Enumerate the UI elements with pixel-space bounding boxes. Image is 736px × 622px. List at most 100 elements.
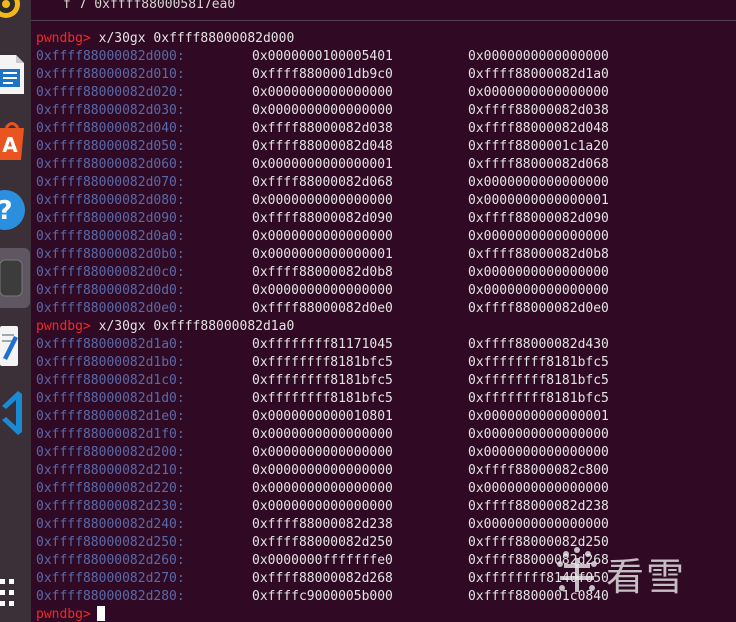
memory-value: 0xffff88000082d090 xyxy=(252,211,393,226)
memory-address: 0xffff88000082d040: xyxy=(36,121,185,136)
pwndbg-prompt: pwndbg> xyxy=(36,607,91,622)
memory-value: 0x0000000000000001 xyxy=(468,409,609,424)
memory-value: 0x0000000000000001 xyxy=(252,247,393,262)
memory-row: 0xffff88000082d200: 0x0000000000000000 0x0… xyxy=(36,444,609,462)
memory-value: 0xffff88000082d038 xyxy=(252,121,393,136)
memory-value: 0xffff88000082d430 xyxy=(468,337,609,352)
memory-value: 0xffffc9000005b000 xyxy=(252,589,393,604)
memory-row: 0xffff88000082d1f0: 0x0000000000000000 0x0… xyxy=(36,426,609,444)
memory-value: 0xffff88000082d268 xyxy=(252,571,393,586)
memory-row: 0xffff88000082d090: 0xffff88000082d090 0xf… xyxy=(36,210,609,228)
memory-value: 0x0000000000000000 xyxy=(468,283,609,298)
memory-value: 0xffffffff8181bfc5 xyxy=(252,355,393,370)
memory-row: 0xffff88000082d020: 0x0000000000000000 0x0… xyxy=(36,84,609,102)
watermark-text: 看雪 xyxy=(606,555,687,599)
terminal-window[interactable]: f 7 0xffff880005817ea0 pwndbg> x/30gx 0x… xyxy=(31,0,736,622)
prompt-line: pwndbg> x/30gx 0xffff88000082d1a0 xyxy=(36,318,294,336)
memory-address: 0xffff88000082d1a0: xyxy=(36,337,185,352)
vscode-icon[interactable] xyxy=(0,388,28,438)
memory-value: 0x0000000000000000 xyxy=(468,229,609,244)
memory-address: 0xffff88000082d220: xyxy=(36,481,185,496)
memory-value: 0x0000000000000000 xyxy=(252,427,393,442)
libreoffice-writer-icon[interactable] xyxy=(0,52,28,98)
ubuntu-software-icon[interactable]: A xyxy=(0,118,28,164)
memory-value: 0x0000000000000000 xyxy=(252,499,393,514)
memory-address: 0xffff88000082d010: xyxy=(36,67,185,82)
memory-value: 0x0000000000000000 xyxy=(252,463,393,478)
memory-row: 0xffff88000082d050: 0xffff88000082d048 0xf… xyxy=(36,138,609,156)
memory-address: 0xffff88000082d1f0: xyxy=(36,427,185,442)
memory-value: 0xffff88000082d238 xyxy=(468,499,609,514)
show-applications-icon[interactable] xyxy=(0,575,28,611)
memory-address: 0xffff88000082d240: xyxy=(36,517,185,532)
help-icon[interactable]: ? xyxy=(0,186,28,234)
memory-value: 0x0000000000000000 xyxy=(468,481,609,496)
memory-value: 0x0000000000000000 xyxy=(252,283,393,298)
memory-value: 0x0000000000000000 xyxy=(468,517,609,532)
memory-value: 0xffff88000082c800 xyxy=(468,463,609,478)
memory-value: 0xffffffff8181bfc5 xyxy=(468,391,609,406)
svg-text:?: ? xyxy=(0,196,13,226)
memory-address: 0xffff88000082d080: xyxy=(36,193,185,208)
memory-value: 0xffff88000082d0e0 xyxy=(252,301,393,316)
memory-address: 0xffff88000082d070: xyxy=(36,175,185,190)
memory-row: 0xffff88000082d080: 0x0000000000000000 0x0… xyxy=(36,192,609,210)
memory-address: 0xffff88000082d030: xyxy=(36,103,185,118)
memory-value: 0xffff88000082d038 xyxy=(468,103,609,118)
memory-value: 0x0000000000000000 xyxy=(468,265,609,280)
memory-address: 0xffff88000082d020: xyxy=(36,85,185,100)
memory-address: 0xffff88000082d210: xyxy=(36,463,185,478)
memory-row: 0xffff88000082d030: 0x0000000000000000 0xf… xyxy=(36,102,609,120)
memory-value: 0x0000000000000001 xyxy=(468,193,609,208)
memory-address: 0xffff88000082d090: xyxy=(36,211,185,226)
memory-address: 0xffff88000082d1b0: xyxy=(36,355,185,370)
terminal-icon[interactable] xyxy=(0,258,28,298)
memory-value: 0x0000000000000000 xyxy=(252,193,393,208)
memory-value: 0xffff8800001db9c0 xyxy=(252,67,393,82)
memory-value: 0xffff88000082d250 xyxy=(252,535,393,550)
memory-address: 0xffff88000082d0a0: xyxy=(36,229,185,244)
memory-value: 0xffff88000082d0b8 xyxy=(252,265,393,280)
memory-value: 0xffff88000082d068 xyxy=(468,157,609,172)
memory-row: 0xffff88000082d0b0: 0x0000000000000001 0xf… xyxy=(36,246,609,264)
memory-value: 0xffffffff8181bfc5 xyxy=(252,391,393,406)
text-editor-icon[interactable] xyxy=(0,322,28,370)
memory-value: 0x0000000000000000 xyxy=(468,85,609,100)
memory-row: 0xffff88000082d260: 0x0000000fffffffe0 0xf… xyxy=(36,552,609,570)
memory-address: 0xffff88000082d200: xyxy=(36,445,185,460)
memory-address: 0xffff88000082d1c0: xyxy=(36,373,185,388)
memory-address: 0xffff88000082d270: xyxy=(36,571,185,586)
memory-value: 0x0000000000000000 xyxy=(252,229,393,244)
rhythmbox-icon[interactable] xyxy=(0,0,28,26)
memory-row: 0xffff88000082d060: 0x0000000000000001 0xf… xyxy=(36,156,609,174)
memory-row: 0xffff88000082d280: 0xffffc9000005b000 0xf… xyxy=(36,588,609,606)
memory-value: 0x0000000fffffffe0 xyxy=(252,553,393,568)
memory-row: 0xffff88000082d070: 0xffff88000082d068 0x0… xyxy=(36,174,609,192)
memory-address: 0xffff88000082d060: xyxy=(36,157,185,172)
memory-row: 0xffff88000082d0d0: 0x0000000000000000 0x0… xyxy=(36,282,609,300)
command-text: x/30gx 0xffff88000082d1a0 xyxy=(98,319,295,334)
memory-value: 0xffff88000082d0e0 xyxy=(468,301,609,316)
pwndbg-prompt: pwndbg> xyxy=(36,319,91,334)
kanxue-logo-icon xyxy=(557,547,597,592)
output-separator xyxy=(31,20,736,21)
memory-value: 0x0000000000000000 xyxy=(252,103,393,118)
memory-row: 0xffff88000082d040: 0xffff88000082d038 0xf… xyxy=(36,120,609,138)
memory-address: 0xffff88000082d230: xyxy=(36,499,185,514)
memory-value: 0xffffffff8181bfc5 xyxy=(468,355,609,370)
svg-text:A: A xyxy=(2,133,18,157)
memory-value: 0x0000000000000000 xyxy=(252,445,393,460)
memory-value: 0x0000000000000000 xyxy=(252,85,393,100)
memory-value: 0xffff88000082d090 xyxy=(468,211,609,226)
memory-address: 0xffff88000082d0e0: xyxy=(36,301,185,316)
memory-row: 0xffff88000082d220: 0x0000000000000000 0x0… xyxy=(36,480,609,498)
memory-row: 0xffff88000082d240: 0xffff88000082d238 0x0… xyxy=(36,516,609,534)
memory-value: 0x0000000000000000 xyxy=(468,49,609,64)
launcher-dock: A ? xyxy=(0,0,31,622)
memory-value: 0xffffffff8181bfc5 xyxy=(252,373,393,388)
memory-value: 0x0000000000000001 xyxy=(252,157,393,172)
memory-value: 0x0000000000000000 xyxy=(468,445,609,460)
memory-value: 0xffff88000082d238 xyxy=(252,517,393,532)
memory-address: 0xffff88000082d000: xyxy=(36,49,185,64)
memory-row: 0xffff88000082d1c0: 0xffffffff8181bfc5 0xf… xyxy=(36,372,609,390)
